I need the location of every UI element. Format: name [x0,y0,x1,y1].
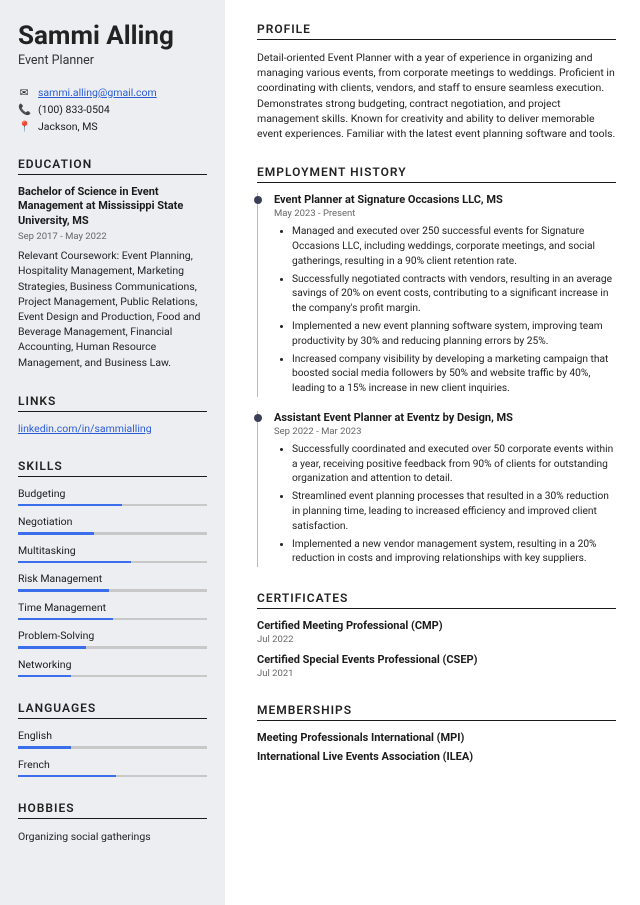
skills-heading: SKILLS [18,459,207,477]
profile-heading: PROFILE [257,22,616,40]
job-bullets: Successfully coordinated and executed ov… [274,443,616,567]
skill-name: Problem-Solving [18,629,207,642]
language-item: French [18,758,207,778]
job-title: Event Planner at Signature Occasions LLC… [274,193,616,206]
hobby-item: Organizing social gatherings [18,829,207,844]
skill-name: Time Management [18,601,207,614]
link-item: linkedin.com/in/sammialling [18,422,207,435]
job-bullet: Streamlined event planning processes tha… [292,490,616,534]
job-bullet: Increased company visibility by developi… [292,353,616,397]
education-body: Relevant Coursework: Event Planning, Hos… [18,248,207,370]
contact-phone-row: 📞 (100) 833-0504 [18,103,207,116]
certificate-item: Certified Meeting Professional (CMP) Jul… [257,619,616,645]
job-bullet: Successfully negotiated contracts with v… [292,273,616,317]
skill-bar [18,589,207,592]
email-link[interactable]: sammi.alling@gmail.com [38,86,157,99]
contact-location-row: 📍 Jackson, MS [18,120,207,133]
certificate-name: Certified Meeting Professional (CMP) [257,619,616,632]
skill-name: Networking [18,658,207,671]
employment-heading: EMPLOYMENT HISTORY [257,165,616,183]
language-item: English [18,729,207,749]
certificate-date: Jul 2022 [257,634,616,645]
skill-name: Negotiation [18,515,207,528]
job-bullet: Managed and executed over 250 successful… [292,225,616,269]
certificates-heading: CERTIFICATES [257,591,616,609]
job-dates: May 2023 - Present [274,208,616,219]
job-bullet: Implemented a new event planning softwar… [292,320,616,350]
role-text: Event Planner [18,53,207,68]
certificate-date: Jul 2021 [257,668,616,679]
phone-text: (100) 833-0504 [38,103,110,116]
name-heading: Sammi Alling [18,22,207,51]
skill-bar [18,675,207,678]
linkedin-link[interactable]: linkedin.com/in/sammialling [18,422,152,435]
job-bullets: Managed and executed over 250 successful… [274,225,616,397]
skill-item: Risk Management [18,572,207,592]
memberships-heading: MEMBERSHIPS [257,703,616,721]
certificate-item: Certified Special Events Professional (C… [257,653,616,679]
location-text: Jackson, MS [38,120,98,133]
skill-bar [18,504,207,507]
sidebar: Sammi Alling Event Planner ✉ sammi.allin… [0,0,225,905]
skill-bar [18,646,207,649]
certificate-name: Certified Special Events Professional (C… [257,653,616,666]
skill-item: Negotiation [18,515,207,535]
location-icon: 📍 [18,120,30,133]
skill-item: Budgeting [18,487,207,507]
skill-bar [18,618,207,621]
language-name: French [18,758,207,771]
hobbies-heading: HOBBIES [18,801,207,819]
profile-body: Detail-oriented Event Planner with a yea… [257,50,616,141]
skill-item: Multitasking [18,544,207,564]
education-heading: EDUCATION [18,157,207,175]
education-dates: Sep 2017 - May 2022 [18,231,207,242]
education-degree: Bachelor of Science in Event Management … [18,185,207,230]
skill-item: Problem-Solving [18,629,207,649]
job-title: Assistant Event Planner at Eventz by Des… [274,411,616,424]
language-name: English [18,729,207,742]
employment-item: Event Planner at Signature Occasions LLC… [257,193,616,397]
languages-heading: LANGUAGES [18,701,207,719]
contact-email-row: ✉ sammi.alling@gmail.com [18,86,207,99]
job-dates: Sep 2022 - Mar 2023 [274,426,616,437]
skill-bar [18,532,207,535]
job-bullet: Successfully coordinated and executed ov… [292,443,616,487]
membership-item: Meeting Professionals International (MPI… [257,731,616,744]
main-column: PROFILE Detail-oriented Event Planner wi… [225,0,640,905]
employment-item: Assistant Event Planner at Eventz by Des… [257,411,616,567]
email-icon: ✉ [18,86,30,99]
skill-name: Risk Management [18,572,207,585]
skill-name: Budgeting [18,487,207,500]
skill-item: Networking [18,658,207,678]
phone-icon: 📞 [18,103,30,116]
job-bullet: Implemented a new vendor management syst… [292,538,616,568]
skill-name: Multitasking [18,544,207,557]
skill-item: Time Management [18,601,207,621]
links-heading: LINKS [18,394,207,412]
skill-bar [18,561,207,564]
membership-item: International Live Events Association (I… [257,750,616,763]
language-bar [18,746,207,749]
language-bar [18,775,207,778]
